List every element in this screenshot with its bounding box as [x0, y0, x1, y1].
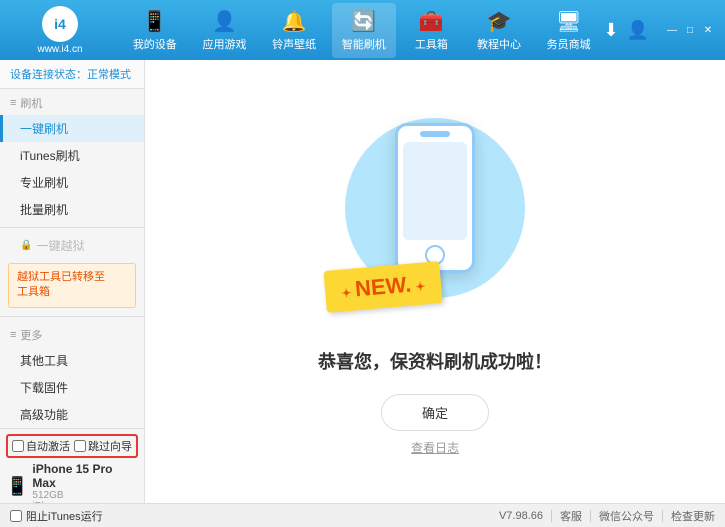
customer-service-link[interactable]: 客服	[560, 508, 582, 524]
section-more-label: ≡更多	[0, 321, 144, 347]
logo-subtitle: www.i4.cn	[37, 44, 82, 55]
options-checkbox-group: 自动激活 跳过向导	[6, 434, 138, 458]
refresh-icon: 🔄	[351, 9, 376, 34]
check-update-link[interactable]: 检查更新	[671, 508, 715, 524]
sidebar-item-itunes-flash[interactable]: iTunes刷机	[0, 142, 144, 169]
toolbox-icon: 🧰	[419, 9, 444, 34]
section-flash-label: ≡刷机	[0, 89, 144, 115]
itunes-option: 阻止iTunes运行	[10, 508, 499, 524]
sidebar-item-jailbreak[interactable]: 🔒 一键越狱	[0, 232, 144, 259]
sidebar-item-pro-flash[interactable]: 专业刷机	[0, 169, 144, 196]
new-badge: NEW.	[323, 261, 443, 313]
minimize-button[interactable]: —	[665, 23, 679, 37]
nav-tools[interactable]: 🧰 工具箱	[401, 3, 461, 58]
phone-device	[395, 123, 475, 273]
nav-my-device[interactable]: 📱 我的设备	[123, 3, 187, 58]
maximize-button[interactable]: □	[683, 23, 697, 37]
nav-ringtone[interactable]: 🔔 铃声壁纸	[262, 3, 326, 58]
nav-smart-flash[interactable]: 🔄 智能刷机	[332, 3, 396, 58]
device-name: iPhone 15 Pro Max	[32, 462, 138, 490]
device-storage: 512GB	[32, 490, 138, 501]
sidebar-item-advanced[interactable]: 高级功能	[0, 401, 144, 428]
skip-guide-option[interactable]: 跳过向导	[74, 438, 132, 454]
connection-status: 设备连接状态：正常模式	[0, 60, 144, 89]
sparkle-icon-1: ✦	[355, 113, 368, 133]
sparkle-icon-3: ✦	[517, 128, 530, 148]
sidebar: 设备连接状态：正常模式 ≡刷机 一键刷机 iTunes刷机 专业刷机 批量刷机 …	[0, 60, 145, 503]
lock-icon: 🔒	[20, 240, 32, 251]
main-content: ✦ ✦ ✦ NEW. 恭喜您，保资料刷机成功啦！ 确定 查看日志	[145, 60, 725, 503]
close-button[interactable]: ✕	[701, 23, 715, 37]
wechat-link[interactable]: 微信公众号	[599, 508, 654, 524]
success-message: 恭喜您，保资料刷机成功啦！	[318, 348, 552, 374]
device-details: iPhone 15 Pro Max 512GB iPhone	[32, 462, 138, 503]
phone-illustration: ✦ ✦ ✦ NEW.	[335, 108, 535, 328]
app-window: i4 www.i4.cn 📱 我的设备 👤 应用游戏 🔔 铃声壁纸 🔄 智能刷机	[0, 0, 725, 527]
sparkle-icon-2: ✦	[507, 108, 520, 128]
device-phone-icon: 📱	[6, 476, 28, 497]
divider-1	[551, 510, 552, 522]
download-button[interactable]: ⬇	[603, 20, 618, 41]
monitor-icon: 🖥	[556, 9, 581, 34]
divider-3	[662, 510, 663, 522]
window-controls: — □ ✕	[665, 23, 715, 37]
phone-icon: 📱	[142, 9, 167, 34]
device-info-row: 📱 iPhone 15 Pro Max 512GB iPhone	[6, 462, 138, 503]
options-bar: 自动激活 跳过向导 📱 iPhone 15 Pro Max 512GB iPho…	[0, 428, 144, 503]
phone-screen	[403, 142, 467, 240]
nav-apps[interactable]: 👤 应用游戏	[192, 3, 256, 58]
header: i4 www.i4.cn 📱 我的设备 👤 应用游戏 🔔 铃声壁纸 🔄 智能刷机	[0, 0, 725, 60]
view-log-link[interactable]: 查看日志	[411, 439, 459, 456]
nav-bar: 📱 我的设备 👤 应用游戏 🔔 铃声壁纸 🔄 智能刷机 🧰 工具箱 🎓	[120, 3, 603, 58]
confirm-button[interactable]: 确定	[381, 394, 489, 431]
skip-guide-checkbox[interactable]	[74, 440, 86, 452]
divider-2	[590, 510, 591, 522]
logo-area: i4 www.i4.cn	[0, 6, 120, 55]
sidebar-item-batch-flash[interactable]: 批量刷机	[0, 196, 144, 223]
jailbreak-note: 越狱工具已转移至工具箱	[8, 263, 136, 308]
bell-icon: 🔔	[282, 9, 307, 34]
logo-icon: i4	[42, 6, 78, 42]
sidebar-item-download-firmware[interactable]: 下载固件	[0, 374, 144, 401]
block-itunes-checkbox[interactable]	[10, 510, 22, 522]
sidebar-item-one-key-flash[interactable]: 一键刷机	[0, 115, 144, 142]
nav-tutorial[interactable]: 🎓 教程中心	[467, 3, 531, 58]
phone-notch	[420, 131, 450, 137]
version-label: V7.98.66	[499, 510, 543, 522]
person-icon: 👤	[212, 9, 237, 34]
auto-activate-option[interactable]: 自动激活	[12, 438, 70, 454]
header-right: ⬇ 👤 — □ ✕	[603, 20, 725, 41]
graduation-icon: 🎓	[487, 9, 512, 34]
nav-service[interactable]: 🖥 务员商城	[537, 3, 601, 58]
sidebar-item-other-tools[interactable]: 其他工具	[0, 347, 144, 374]
user-button[interactable]: 👤	[627, 20, 649, 41]
content-row: 设备连接状态：正常模式 ≡刷机 一键刷机 iTunes刷机 专业刷机 批量刷机 …	[0, 60, 725, 503]
footer: 阻止iTunes运行 V7.98.66 客服 微信公众号 检查更新	[0, 503, 725, 527]
auto-activate-checkbox[interactable]	[12, 440, 24, 452]
